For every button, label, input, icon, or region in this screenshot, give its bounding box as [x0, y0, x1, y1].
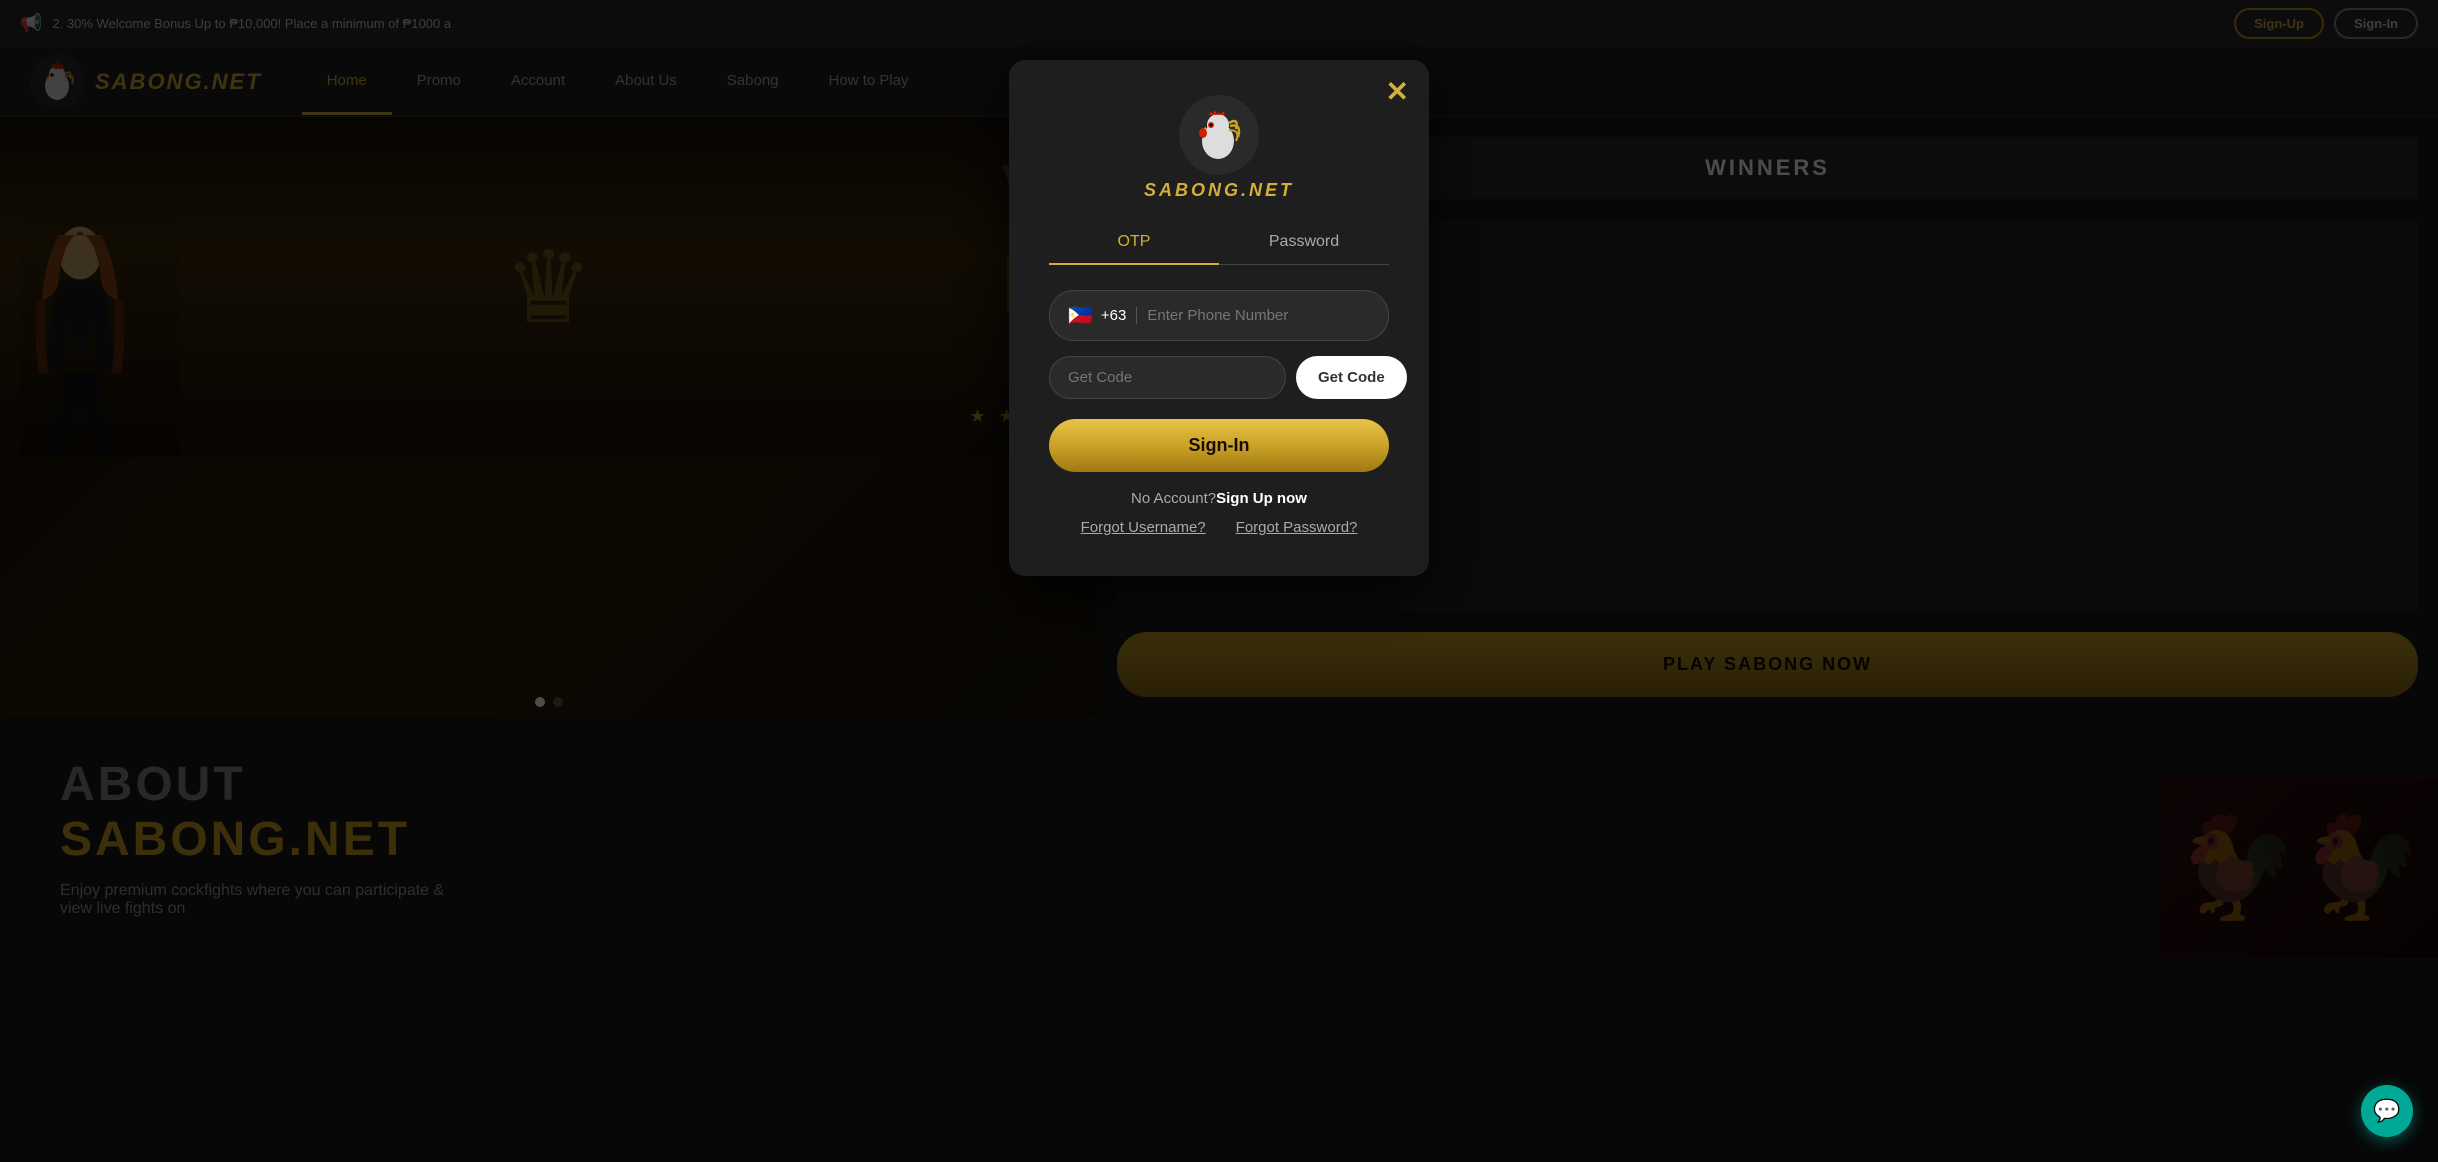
tab-password[interactable]: Password	[1219, 221, 1389, 265]
forgot-password-link[interactable]: Forgot Password?	[1236, 519, 1358, 536]
country-code: +63	[1101, 307, 1137, 324]
flag-icon: 🇵🇭	[1068, 303, 1093, 328]
code-input[interactable]	[1049, 356, 1286, 399]
signin-button[interactable]: Sign-In	[1049, 419, 1389, 472]
modal-logo: SABONG.NET	[1049, 95, 1389, 201]
modal-close-button[interactable]: ✕	[1386, 75, 1409, 108]
signup-now-link[interactable]: Sign Up now	[1216, 490, 1307, 507]
phone-input-group: 🇵🇭 +63	[1049, 290, 1389, 341]
phone-input[interactable]	[1147, 307, 1370, 324]
tab-otp[interactable]: OTP	[1049, 221, 1219, 265]
modal-logo-text: SABONG.NET	[1144, 180, 1294, 201]
get-code-button[interactable]: Get Code	[1296, 356, 1407, 399]
modal-logo-icon	[1179, 95, 1259, 175]
modal-backdrop[interactable]: ✕ SABONG.NET	[0, 0, 2438, 1162]
modal-bottom-links: Forgot Username? Forgot Password?	[1049, 519, 1389, 536]
no-account-text: No Account?Sign Up now	[1049, 490, 1389, 507]
chat-icon: 💬	[2373, 1098, 2400, 1124]
modal-tabs: OTP Password	[1049, 221, 1389, 265]
chat-button[interactable]: 💬	[2361, 1085, 2413, 1137]
forgot-username-link[interactable]: Forgot Username?	[1081, 519, 1206, 536]
code-input-group: Get Code	[1049, 356, 1389, 399]
signin-modal: ✕ SABONG.NET	[1009, 60, 1429, 576]
